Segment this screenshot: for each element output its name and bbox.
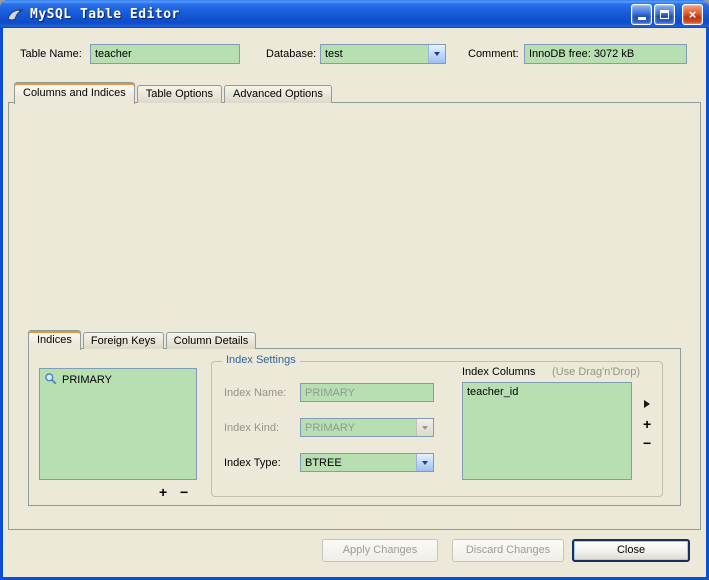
sub-tabstrip: Indices Foreign Keys Column Details — [28, 329, 258, 349]
index-kind-label: Index Kind: — [224, 418, 279, 438]
indices-page: PRIMARY + − Index Settings Index Name: I… — [28, 348, 681, 506]
list-item[interactable]: PRIMARY — [40, 369, 196, 391]
mysql-table-editor-window: MySQL Table Editor × Table Name: Databas… — [0, 0, 709, 580]
close-button[interactable]: × — [682, 4, 703, 25]
tab-table-options[interactable]: Table Options — [137, 85, 222, 103]
close-icon: × — [689, 8, 697, 21]
main-tabstrip: Columns and Indices Table Options Advanc… — [14, 80, 334, 103]
index-settings-group: Index Settings Index Name: Index Kind: P… — [211, 361, 663, 497]
subtab-indices[interactable]: Indices — [28, 330, 81, 350]
index-kind-select: PRIMARY — [300, 418, 434, 437]
index-type-selected-value: BTREE — [301, 457, 416, 469]
comment-input[interactable] — [524, 44, 687, 64]
discard-changes-button[interactable]: Discard Changes — [452, 539, 564, 562]
index-kind-selected-value: PRIMARY — [301, 422, 416, 434]
index-type-dropdown-button[interactable] — [416, 454, 433, 471]
index-columns-hint: (Use Drag'n'Drop) — [552, 364, 640, 380]
database-label: Database: — [266, 44, 316, 64]
index-kind-dropdown-button — [416, 419, 433, 436]
database-dropdown-button[interactable] — [428, 45, 445, 63]
index-columns-list[interactable]: teacher_id — [462, 382, 632, 480]
database-select[interactable]: test — [320, 44, 446, 64]
index-settings-title: Index Settings — [222, 354, 300, 366]
minimize-icon — [638, 17, 646, 20]
remove-column-button[interactable]: − — [643, 436, 651, 450]
index-name-label: Index Name: — [224, 383, 286, 403]
tab-columns-and-indices[interactable]: Columns and Indices — [14, 82, 135, 104]
close-dialog-button[interactable]: Close — [572, 539, 690, 562]
add-column-button[interactable]: + — [643, 417, 651, 431]
subtab-column-details[interactable]: Column Details — [166, 332, 257, 349]
index-type-label: Index Type: — [224, 453, 281, 473]
window-title: MySQL Table Editor — [30, 7, 631, 22]
magnifier-icon — [44, 372, 57, 388]
index-name-input — [300, 383, 434, 402]
database-selected-value: test — [321, 48, 428, 60]
move-column-button[interactable] — [644, 400, 650, 408]
chevron-down-icon — [434, 52, 440, 56]
titlebar[interactable]: MySQL Table Editor × — [0, 0, 709, 28]
list-item[interactable]: teacher_id — [463, 383, 631, 401]
comment-label: Comment: — [468, 44, 519, 64]
tab-advanced-options[interactable]: Advanced Options — [224, 85, 332, 103]
remove-index-button[interactable]: − — [180, 485, 188, 499]
maximize-button[interactable] — [654, 4, 675, 25]
index-list[interactable]: PRIMARY — [39, 368, 197, 480]
maximize-icon — [660, 10, 669, 19]
table-name-label: Table Name: — [20, 44, 82, 64]
chevron-down-icon — [422, 426, 428, 430]
mysql-dolphin-icon — [6, 6, 26, 23]
table-name-input[interactable] — [90, 44, 240, 64]
index-columns-label: Index Columns — [462, 364, 535, 380]
index-type-select[interactable]: BTREE — [300, 453, 434, 472]
add-index-button[interactable]: + — [159, 485, 167, 499]
minimize-button[interactable] — [631, 4, 652, 25]
apply-changes-button[interactable]: Apply Changes — [322, 539, 438, 562]
index-column-text: teacher_id — [467, 386, 518, 398]
chevron-down-icon — [422, 461, 428, 465]
client-area: Table Name: Database: test Comment: Colu… — [3, 28, 706, 577]
subtab-foreign-keys[interactable]: Foreign Keys — [83, 332, 164, 349]
index-name-text: PRIMARY — [62, 374, 112, 386]
